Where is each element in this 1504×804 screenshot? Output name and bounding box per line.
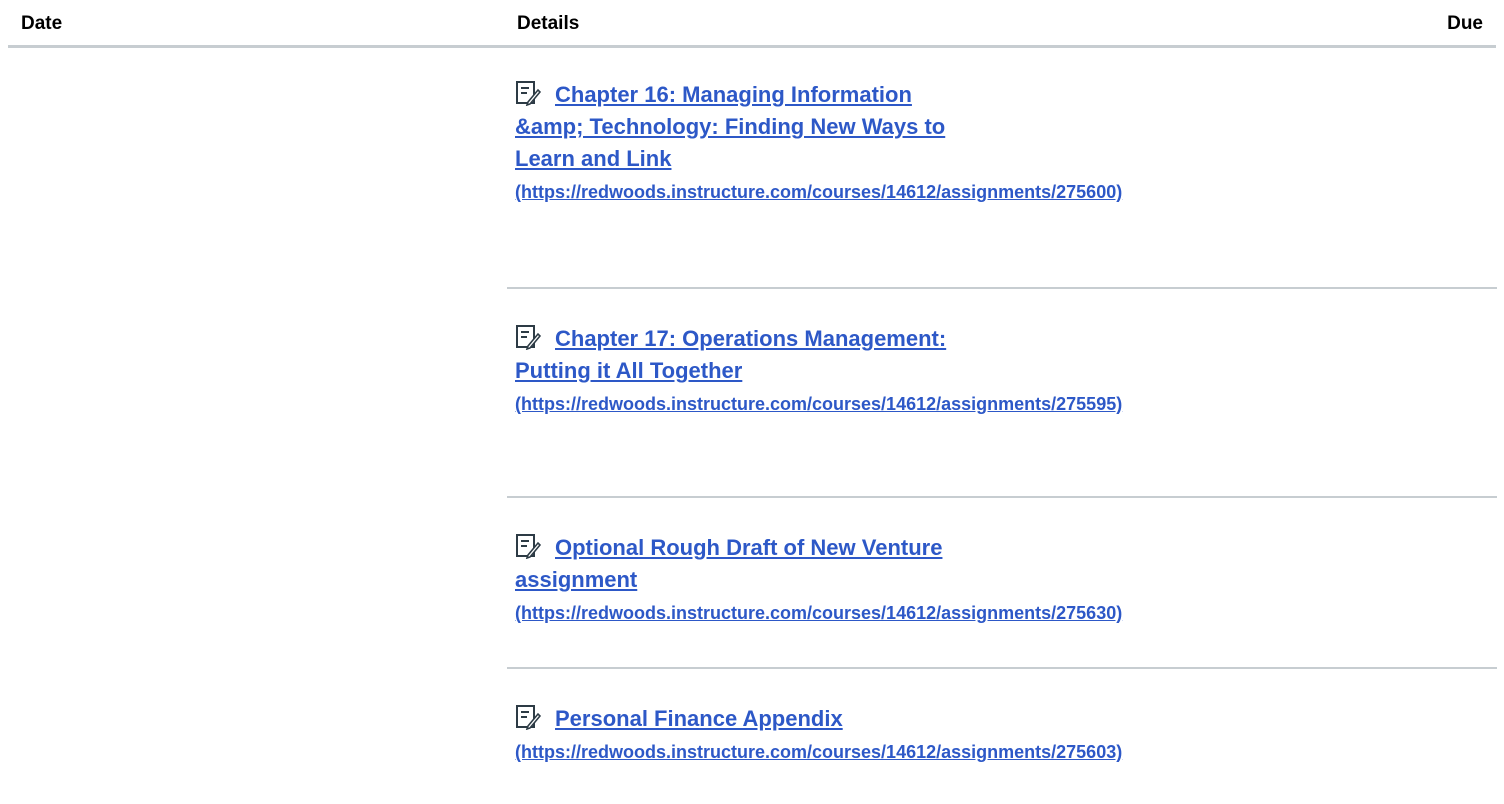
assignment-url: (https://redwoods.instructure.com/course… [515, 742, 1123, 762]
column-header-due: Due [1447, 13, 1483, 34]
assignment-url: (https://redwoods.instructure.com/course… [515, 394, 1123, 414]
assignment-link[interactable]: Chapter 17: Operations Management: Putti… [515, 323, 1123, 421]
table-row: Chapter 17: Operations Management: Putti… [507, 289, 1497, 498]
assignment-icon [515, 533, 541, 559]
column-header-date: Date [21, 13, 63, 34]
assignment-link[interactable]: Personal Finance Appendix (https://redwo… [515, 703, 1123, 769]
table-header: Date Details Due [8, 0, 1496, 48]
assignment-icon [515, 324, 541, 350]
assignment-url: (https://redwoods.instructure.com/course… [515, 603, 1123, 623]
assignment-title: Optional Rough Draft of New Venture assi… [515, 535, 943, 592]
assignment-title: Chapter 16: Managing Information &amp; T… [515, 82, 946, 171]
assignment-icon [515, 704, 541, 730]
table-row: Optional Rough Draft of New Venture assi… [507, 498, 1497, 669]
column-header-details: Details [517, 13, 580, 34]
assignment-url: (https://redwoods.instructure.com/course… [515, 182, 1123, 202]
assignments-table: Date Details Due Chapter 16: Managing In… [0, 0, 1504, 804]
assignment-link[interactable]: Optional Rough Draft of New Venture assi… [515, 532, 1123, 630]
assignment-title: Personal Finance Appendix [555, 706, 843, 731]
table-row: Chapter 16: Managing Information &amp; T… [507, 48, 1497, 289]
assignment-icon [515, 80, 541, 106]
assignment-title: Chapter 17: Operations Management: Putti… [515, 326, 947, 383]
table-row: Personal Finance Appendix (https://redwo… [507, 669, 1497, 804]
assignment-link[interactable]: Chapter 16: Managing Information &amp; T… [515, 79, 1123, 209]
